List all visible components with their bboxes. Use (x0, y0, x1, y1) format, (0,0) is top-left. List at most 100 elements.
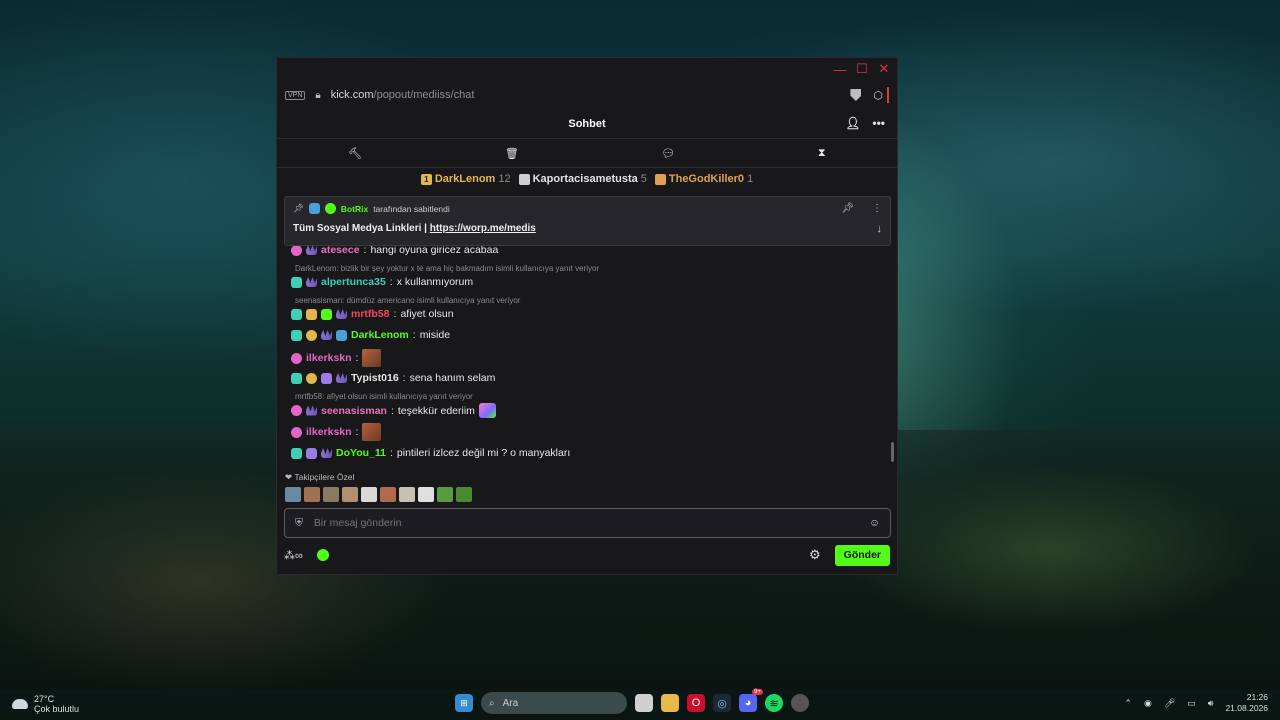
emote-image[interactable] (478, 403, 496, 418)
start-icon[interactable]: ⊞ (455, 694, 473, 712)
username[interactable]: seenasisman (321, 405, 387, 417)
followers-only-emotes-label: ❤ Takipçilere Özel (285, 472, 355, 482)
kick-icon[interactable] (316, 549, 329, 561)
task-view-icon[interactable] (635, 694, 653, 712)
send-button[interactable]: Gönder (834, 544, 890, 566)
username[interactable]: ilkerkskn (306, 426, 352, 438)
channel-points-icon[interactable]: ⁂∞ (284, 549, 303, 562)
weather-desc: Çok bulutlu (34, 704, 80, 714)
chat-bubble-icon[interactable]: 💬︎ (661, 147, 675, 160)
emote-3[interactable] (323, 487, 339, 502)
more-icon[interactable]: ••• (872, 116, 885, 130)
chevron-up-icon[interactable]: ⌃ (1124, 698, 1132, 709)
emote-1[interactable] (285, 487, 301, 502)
clock[interactable]: 21:26 21.08.2026 (1225, 692, 1268, 714)
gold-rank-icon: 1 (420, 173, 432, 185)
gifter-3[interactable]: TheGodKiller0 1 (654, 173, 753, 185)
gifter-badge-icon (306, 372, 317, 384)
weather-temp: 27°C (34, 694, 55, 704)
chat-message[interactable]: DarkLenom: miside (291, 329, 450, 341)
emote-image[interactable] (362, 423, 382, 441)
chat-message[interactable]: ilkerkskn: (291, 423, 382, 441)
maximize-button[interactable]: ☐ (853, 60, 871, 78)
url-text[interactable]: kick.com/popout/mediiss/chat (331, 89, 475, 101)
username[interactable]: Typist016 (351, 372, 399, 384)
shield-icon[interactable] (850, 89, 862, 101)
weather-widget[interactable]: 27°C Çok bulutlu (12, 694, 79, 714)
file-explorer-icon[interactable] (661, 694, 679, 712)
minimize-button[interactable]: — (831, 60, 849, 78)
emote-2[interactable] (304, 487, 320, 502)
chat-message[interactable]: Typist016: sena hanım selam (291, 372, 495, 384)
subscriber-badge-icon (306, 405, 317, 416)
badge-icon (291, 308, 302, 320)
message-text: sena hanım selam (409, 372, 496, 384)
reply-context[interactable]: seenasisman: dümdüz americano isimli kul… (295, 296, 520, 305)
vpn-badge[interactable]: VPN (285, 90, 306, 100)
reply-context[interactable]: mrtfb58: afiyet olsun isimli kullanıcıya… (295, 392, 473, 401)
close-button[interactable]: ✕ (875, 60, 893, 78)
badge-icon (291, 276, 302, 288)
username[interactable]: mrtfb58 (351, 308, 390, 320)
pin-more-icon[interactable]: ⋮ (872, 203, 882, 214)
scrollbar[interactable] (891, 442, 894, 462)
subscriber-badge-icon (321, 448, 332, 458)
discord-icon[interactable]: ◕ 9+ (739, 689, 763, 712)
gifter-2[interactable]: Kaportacisametusta 5 (518, 173, 647, 185)
trash-icon[interactable]: 🗑︎ (505, 147, 519, 160)
cloud-icon (12, 699, 28, 709)
chat-footer: ⁂∞ ⚙ Gönder (284, 544, 890, 566)
chat-message[interactable]: seenasisman: teşekkür ederiim (291, 403, 496, 418)
microphone-icon[interactable]: 🎤︎ (1164, 698, 1175, 709)
taskbar-search[interactable]: ⌕ Ara (481, 692, 627, 714)
emote-10[interactable] (456, 487, 472, 502)
volume-icon[interactable]: 🔊︎ (1208, 698, 1214, 709)
reply-context[interactable]: DarkLenom: bizlik bir şey yoktur x te am… (295, 264, 599, 273)
chat-message[interactable]: DoYou_11: pintileri izlcez değil mi ? o … (291, 447, 570, 459)
username[interactable]: alpertunca35 (321, 276, 386, 288)
username[interactable]: DarkLenom (351, 329, 409, 341)
lock-icon[interactable]: 🔒︎ (315, 90, 320, 101)
emote-9[interactable] (437, 487, 453, 502)
title-bar: — ☐ ✕ (277, 58, 897, 80)
emote-image[interactable] (362, 349, 382, 367)
opera-icon[interactable]: O (687, 694, 705, 712)
hammer-icon[interactable]: 🔨︎ (348, 147, 362, 160)
verified-badge-icon (336, 329, 347, 341)
emoji-icon[interactable]: ☺ (869, 517, 880, 529)
message-text: x kullanmıyorum (396, 276, 474, 288)
hourglass-icon[interactable]: ⧗ (818, 147, 826, 160)
address-bar[interactable]: VPN 🔒︎ kick.com/popout/mediiss/chat ⬡ (277, 80, 897, 110)
unpin-icon[interactable]: 📌︎ (841, 203, 854, 214)
expand-arrow-icon[interactable]: ↓ (877, 223, 883, 235)
badge-icon (291, 329, 302, 341)
chat-message[interactable]: ilkerkskn: (291, 349, 382, 367)
system-tray: ⌃ ◉ 🎤︎ ▭ 🔊︎ 21:26 21.08.2026 (1124, 692, 1268, 714)
pinned-message[interactable]: 📌︎ BotRix tarafından sabitlendi Tüm Sosy… (284, 196, 891, 246)
message-input[interactable] (313, 517, 859, 529)
network-icon[interactable]: ◉ (1144, 698, 1152, 709)
username[interactable]: DoYou_11 (336, 447, 386, 459)
settings-gear-icon[interactable]: ⚙ (809, 547, 821, 563)
users-icon[interactable]: 👤︎ (845, 116, 860, 130)
emote-5[interactable] (361, 487, 377, 502)
pinned-link[interactable]: https://worp.me/medis (430, 223, 536, 234)
chat-message[interactable]: mrtfb58: afiyet olsun (291, 308, 454, 320)
spotify-icon[interactable]: ≋ (765, 694, 783, 712)
pinned-author[interactable]: BotRix (341, 204, 368, 214)
gifter-1[interactable]: 1 DarkLenom 12 (420, 173, 511, 185)
display-icon[interactable]: ▭ (1187, 698, 1196, 709)
emote-4[interactable] (342, 487, 358, 502)
puzzle-icon[interactable]: ⬡ (873, 89, 883, 102)
emote-8[interactable] (418, 487, 434, 502)
username[interactable]: ilkerkskn (306, 352, 352, 364)
chat-message[interactable]: alpertunca35: x kullanmıyorum (291, 276, 473, 288)
steam-icon[interactable]: ◎ (713, 694, 731, 712)
app-icon[interactable] (791, 694, 809, 712)
pin-icon: 📌︎ (293, 203, 304, 213)
emote-7[interactable] (399, 487, 415, 502)
message-input-box[interactable]: ⛨ ☺ (284, 508, 891, 538)
pinned-by-text: tarafından sabitlendi (373, 203, 450, 214)
shield-icon[interactable]: ⛨ (295, 517, 303, 530)
emote-6[interactable] (380, 487, 396, 502)
